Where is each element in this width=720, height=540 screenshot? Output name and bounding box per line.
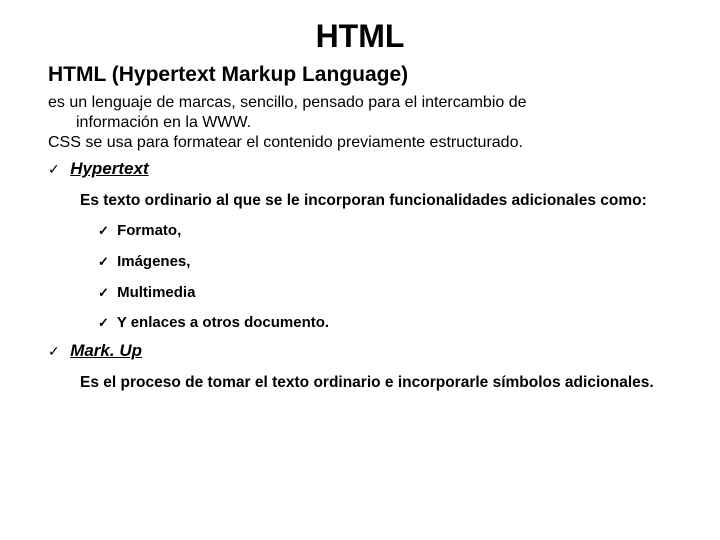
check-icon: ✓	[48, 161, 60, 178]
intro-line2: CSS se usa para formatear el contenido p…	[48, 133, 672, 153]
markup-description: Es el proceso de tomar el texto ordinari…	[48, 367, 672, 398]
intro-line1b: información en la WWW.	[48, 113, 672, 133]
item-multimedia: Multimedia	[117, 284, 195, 301]
check-icon: ✓	[98, 310, 109, 337]
term-hypertext: Hypertext	[70, 159, 148, 178]
check-icon: ✓	[48, 343, 60, 360]
section-markup: ✓ Mark. Up	[48, 341, 672, 361]
hypertext-description: Es texto ordinario al que se le incorpor…	[48, 185, 672, 216]
check-icon: ✓	[98, 218, 109, 245]
check-icon: ✓	[98, 249, 109, 276]
section-hypertext: ✓ Hypertext	[48, 159, 672, 179]
term-markup: Mark. Up	[70, 341, 142, 360]
page-title: HTML	[48, 18, 672, 55]
item-enlaces: Y enlaces a otros documento.	[117, 314, 329, 331]
intro-line1a: es un lenguaje de marcas, sencillo, pens…	[48, 93, 672, 113]
intro-text: es un lenguaje de marcas, sencillo, pens…	[48, 93, 672, 153]
list-item: ✓ Y enlaces a otros documento.	[98, 308, 672, 339]
item-formato: Formato,	[117, 222, 181, 239]
list-item: ✓ Imágenes,	[98, 247, 672, 278]
hypertext-sublist: ✓ Formato, ✓ Imágenes, ✓ Multimedia ✓ Y …	[48, 216, 672, 339]
item-imagenes: Imágenes,	[117, 253, 190, 270]
subtitle: HTML (Hypertext Markup Language)	[48, 63, 672, 87]
check-icon: ✓	[98, 280, 109, 307]
list-item: ✓ Formato,	[98, 216, 672, 247]
list-item: ✓ Multimedia	[98, 278, 672, 309]
